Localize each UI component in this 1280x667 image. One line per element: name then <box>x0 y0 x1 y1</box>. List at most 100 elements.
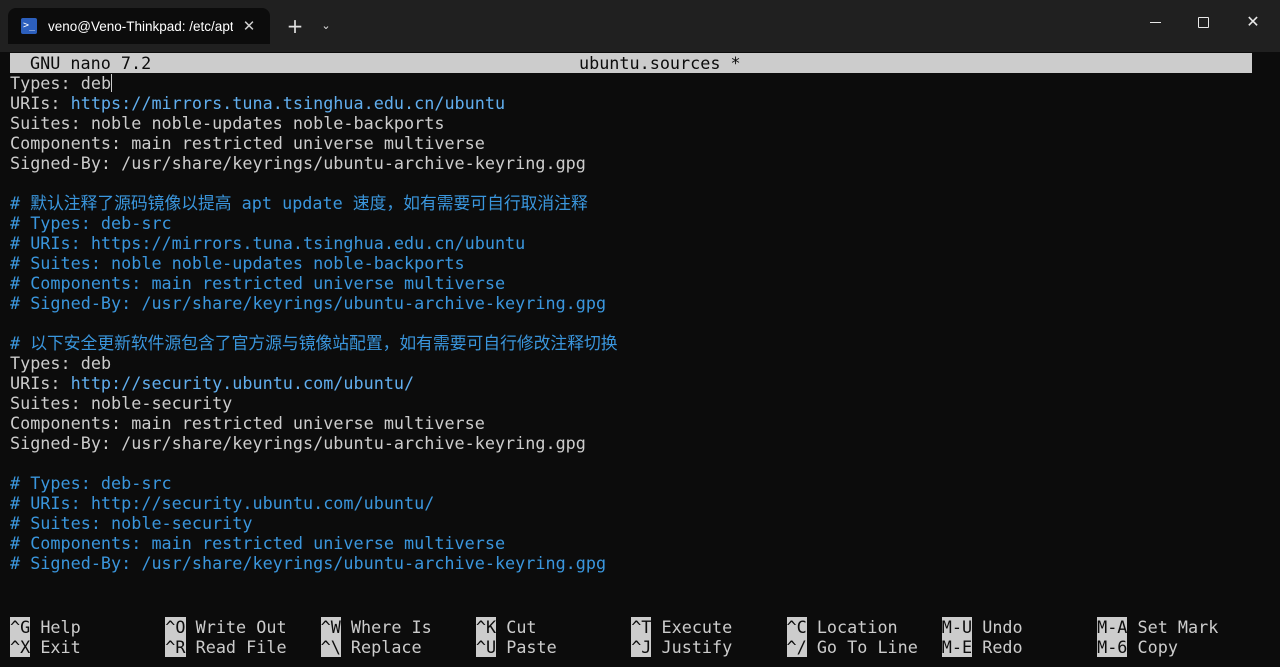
shortcut-label: Where Is <box>340 617 432 637</box>
shortcut-item: ^O Write Out <box>165 617 287 637</box>
shortcut-item: ^/ Go To Line <box>786 637 918 657</box>
comment-text: # Signed-By: /usr/share/keyrings/ubuntu-… <box>10 293 607 313</box>
file-line: # Components: main restricted universe m… <box>10 533 505 553</box>
shortcut-label: Redo <box>972 637 1023 657</box>
terminal-area[interactable]: GNU nano 7.2 ubuntu.sources * Types: deb… <box>10 53 1252 663</box>
shortcut-label: Go To Line <box>806 637 918 657</box>
shortcut-key: M-6 <box>1097 637 1128 657</box>
comment-text: # Suites: noble noble-updates noble-back… <box>10 253 465 273</box>
comment-text: # URIs: http://security.ubuntu.com/ubunt… <box>10 493 435 513</box>
comment-text: # Components: main restricted universe m… <box>10 273 506 293</box>
field-key: URIs: <box>10 93 71 113</box>
file-line: # Components: main restricted universe m… <box>10 273 505 293</box>
file-line: # URIs: https://mirrors.tuna.tsinghua.ed… <box>10 233 525 253</box>
shortcut-item: M-E Redo <box>941 637 1023 657</box>
shortcut-label: Read File <box>185 637 287 657</box>
shortcut-key: ^O <box>165 617 186 637</box>
file-line: # Suites: noble-security <box>10 513 252 533</box>
file-line: Components: main restricted universe mul… <box>10 413 485 433</box>
comment-text: # Components: main restricted universe m… <box>10 533 506 553</box>
shortcut-key: ^R <box>165 637 186 657</box>
shortcut-label: Set Mark <box>1127 617 1219 637</box>
file-line: # 默认注释了源码镜像以提高 apt update 速度，如有需要可自行取消注释 <box>10 193 588 213</box>
shortcut-key: ^U <box>475 637 497 657</box>
shortcut-label: Cut <box>496 617 537 637</box>
field-value: noble noble-updates noble-backports <box>90 113 445 133</box>
field-value: deb <box>80 353 112 373</box>
file-line: URIs: http://security.ubuntu.com/ubuntu/ <box>10 373 414 393</box>
field-key: URIs: <box>10 373 71 393</box>
shortcut-key: ^T <box>631 617 652 637</box>
file-line: # Types: deb-src <box>10 213 172 233</box>
field-key: Signed-By: <box>10 153 122 173</box>
file-line: Signed-By: /usr/share/keyrings/ubuntu-ar… <box>10 433 586 453</box>
shortcut-item: M-A Set Mark <box>1097 617 1218 637</box>
shortcut-key: M-U <box>941 617 973 637</box>
shortcut-label: Exit <box>30 637 81 657</box>
shortcut-item: ^X Exit <box>10 637 81 657</box>
file-line: # Suites: noble noble-updates noble-back… <box>10 253 465 273</box>
close-window-button[interactable]: ✕ <box>1230 8 1276 36</box>
file-line: URIs: https://mirrors.tuna.tsinghua.edu.… <box>10 93 505 113</box>
field-key: Suites: <box>10 113 91 133</box>
file-line: # Types: deb-src <box>10 473 172 493</box>
file-line: # Signed-By: /usr/share/keyrings/ubuntu-… <box>10 293 606 313</box>
shortcut-key: ^\ <box>320 637 341 657</box>
shortcut-item: ^T Execute <box>631 617 732 637</box>
shortcut-item: M-6 Copy <box>1097 637 1178 657</box>
field-key: Components: <box>10 413 132 433</box>
shortcut-key: M-E <box>941 637 973 657</box>
shortcut-key: ^C <box>786 617 807 637</box>
shortcut-item: ^U Paste <box>475 637 557 657</box>
shortcut-key: ^K <box>475 617 497 637</box>
file-line: # 以下安全更新软件源包含了官方源与镜像站配置，如有需要可自行修改注释切换 <box>10 333 618 353</box>
shortcut-item: ^\ Replace <box>320 637 422 657</box>
shortcut-label: Execute <box>651 617 733 637</box>
comment-text: # 默认注释了源码镜像以提高 apt update 速度，如有需要可自行取消注释 <box>10 193 588 213</box>
terminal-tab[interactable]: >_ veno@Veno-Thinkpad: /etc/apt ✕ <box>8 8 270 44</box>
field-key: Suites: <box>10 393 91 413</box>
shortcut-label: Undo <box>972 617 1023 637</box>
shortcut-label: Help <box>30 617 81 637</box>
shortcut-label: Justify <box>651 637 733 657</box>
shortcut-key: M-A <box>1097 617 1128 637</box>
powershell-icon: >_ <box>21 18 37 34</box>
new-tab-button[interactable]: + <box>282 12 308 40</box>
shortcut-item: ^W Where Is <box>320 617 432 637</box>
shortcut-item: ^R Read File <box>165 637 287 657</box>
field-key: Components: <box>10 133 132 153</box>
tab-close-icon[interactable]: ✕ <box>238 15 260 37</box>
file-line: Suites: noble noble-updates noble-backpo… <box>10 113 444 133</box>
field-key: Signed-By: <box>10 433 122 453</box>
minimize-icon <box>1149 21 1161 23</box>
tab-title: veno@Veno-Thinkpad: /etc/apt <box>48 19 233 34</box>
comment-text: # Signed-By: /usr/share/keyrings/ubuntu-… <box>10 553 607 573</box>
shortcut-item: M-U Undo <box>941 617 1023 637</box>
file-line: Suites: noble-security <box>10 393 232 413</box>
shortcut-key: ^X <box>10 637 31 657</box>
maximize-button[interactable] <box>1180 8 1226 36</box>
field-value: main restricted universe multiverse <box>131 413 485 433</box>
file-line: Types: deb <box>10 73 113 93</box>
nano-shortcut-bar: ^G Help ^X Exit ^O Write Out ^R Read File ^W… <box>10 617 1252 659</box>
shortcut-label: Paste <box>496 637 557 657</box>
comment-text: # Types: deb-src <box>10 213 172 233</box>
field-value: /usr/share/keyrings/ubuntu-archive-keyri… <box>121 153 586 173</box>
shortcut-key: ^/ <box>786 637 807 657</box>
shortcut-item: ^G Help <box>10 617 81 637</box>
comment-text: # Suites: noble-security <box>10 513 253 533</box>
shortcut-label: Location <box>806 617 898 637</box>
tab-dropdown-button[interactable]: ⌄ <box>314 12 338 40</box>
text-cursor <box>111 74 113 92</box>
file-line: Signed-By: /usr/share/keyrings/ubuntu-ar… <box>10 153 586 173</box>
shortcut-label: Replace <box>340 637 422 657</box>
shortcut-item: ^J Justify <box>631 637 732 657</box>
shortcut-label: Write Out <box>185 617 287 637</box>
field-value: noble-security <box>90 393 233 413</box>
shortcut-key: ^W <box>320 617 341 637</box>
minimize-button[interactable] <box>1132 8 1178 36</box>
comment-text: # Types: deb-src <box>10 473 172 493</box>
shortcut-key: ^J <box>631 637 652 657</box>
file-line: Components: main restricted universe mul… <box>10 133 485 153</box>
field-key: Types: <box>10 353 81 373</box>
